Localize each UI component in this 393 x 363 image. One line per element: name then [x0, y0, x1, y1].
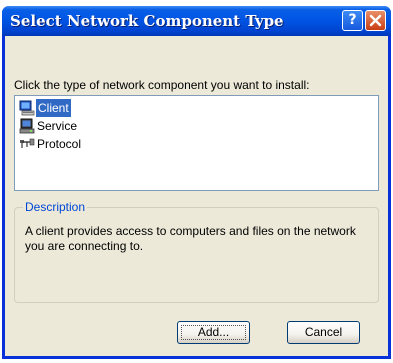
close-button[interactable]	[365, 10, 386, 31]
list-item-service[interactable]: Service	[19, 117, 139, 135]
help-button[interactable]: ?	[342, 10, 363, 31]
service-icon	[19, 118, 35, 134]
dialog-window: Select Network Component Type ? Click th…	[2, 6, 391, 359]
dialog-body: Click the type of network component you …	[5, 36, 388, 356]
cancel-button[interactable]: Cancel	[287, 321, 360, 344]
add-button[interactable]: Add...	[177, 321, 250, 344]
close-icon	[369, 14, 382, 27]
title-bar[interactable]: Select Network Component Type ?	[2, 6, 391, 36]
add-button-label: Add...	[197, 325, 230, 339]
description-legend: Description	[23, 200, 88, 214]
list-item-label: Protocol	[37, 137, 82, 151]
list-item-label: Client	[36, 99, 71, 117]
list-item-protocol[interactable]: Protocol	[19, 135, 139, 153]
instruction-text: Click the type of network component you …	[14, 78, 310, 92]
cancel-button-label: Cancel	[304, 325, 343, 339]
description-group: Description A client provides access to …	[14, 200, 379, 303]
client-icon	[19, 100, 35, 116]
description-text: A client provides access to computers an…	[25, 224, 356, 253]
component-type-list[interactable]: Client Service Protocol	[14, 95, 379, 191]
list-item-label: Service	[37, 119, 78, 133]
list-item-client[interactable]: Client	[19, 99, 139, 117]
window-title: Select Network Component Type	[10, 12, 284, 30]
protocol-icon	[20, 138, 35, 148]
